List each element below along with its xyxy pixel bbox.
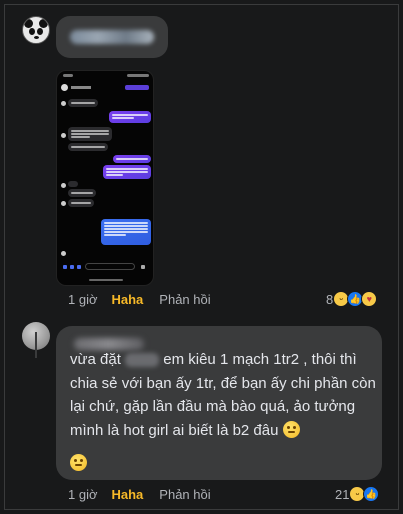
comment-1-reaction-summary[interactable]: 8 ᵕ 👍 ♥ [326,291,378,307]
comment-2-actions: 1 giờ Haha Phản hồi [68,487,211,502]
comment-1-time[interactable]: 1 giờ [68,292,98,307]
comment-bubble-2: vừa đặt em kiêu 1 mạch 1tr2 , thôi thì c… [56,326,382,480]
like-reaction-icon: 👍 [363,486,380,502]
comment-2-haha-button[interactable]: Haha [112,487,144,502]
comment-1-reaction-count: 8 [326,291,334,307]
thread-line [35,332,37,358]
care-reaction-icon: ♥ [361,291,378,307]
attached-chat-screenshot[interactable] [56,70,154,286]
blurred-commenter-name[interactable] [70,30,154,44]
comment-1-actions: 1 giờ Haha Phản hồi [68,292,211,307]
comment-2-text-start: vừa đặt [70,351,121,368]
comment-2-time[interactable]: 1 giờ [68,487,98,502]
blurred-word [125,353,160,368]
comment-2-reply-button[interactable]: Phản hồi [159,487,210,502]
commenter-avatar-panda-icon[interactable] [22,16,50,44]
emoji-line [70,454,87,473]
thinking-face-emoji-icon [70,454,87,471]
comment-2-text: vừa đặt em kiêu 1 mạch 1tr2 , thôi thì c… [70,348,376,442]
comment-1-haha-button[interactable]: Haha [112,292,144,307]
comment-2-reaction-count: 21 [335,486,350,502]
thinking-face-emoji-icon [282,420,300,438]
comment-2-reaction-summary[interactable]: 21 ᵕ 👍 [335,486,380,502]
comment-bubble-1 [56,16,168,58]
comment-1-reply-button[interactable]: Phản hồi [159,292,210,307]
